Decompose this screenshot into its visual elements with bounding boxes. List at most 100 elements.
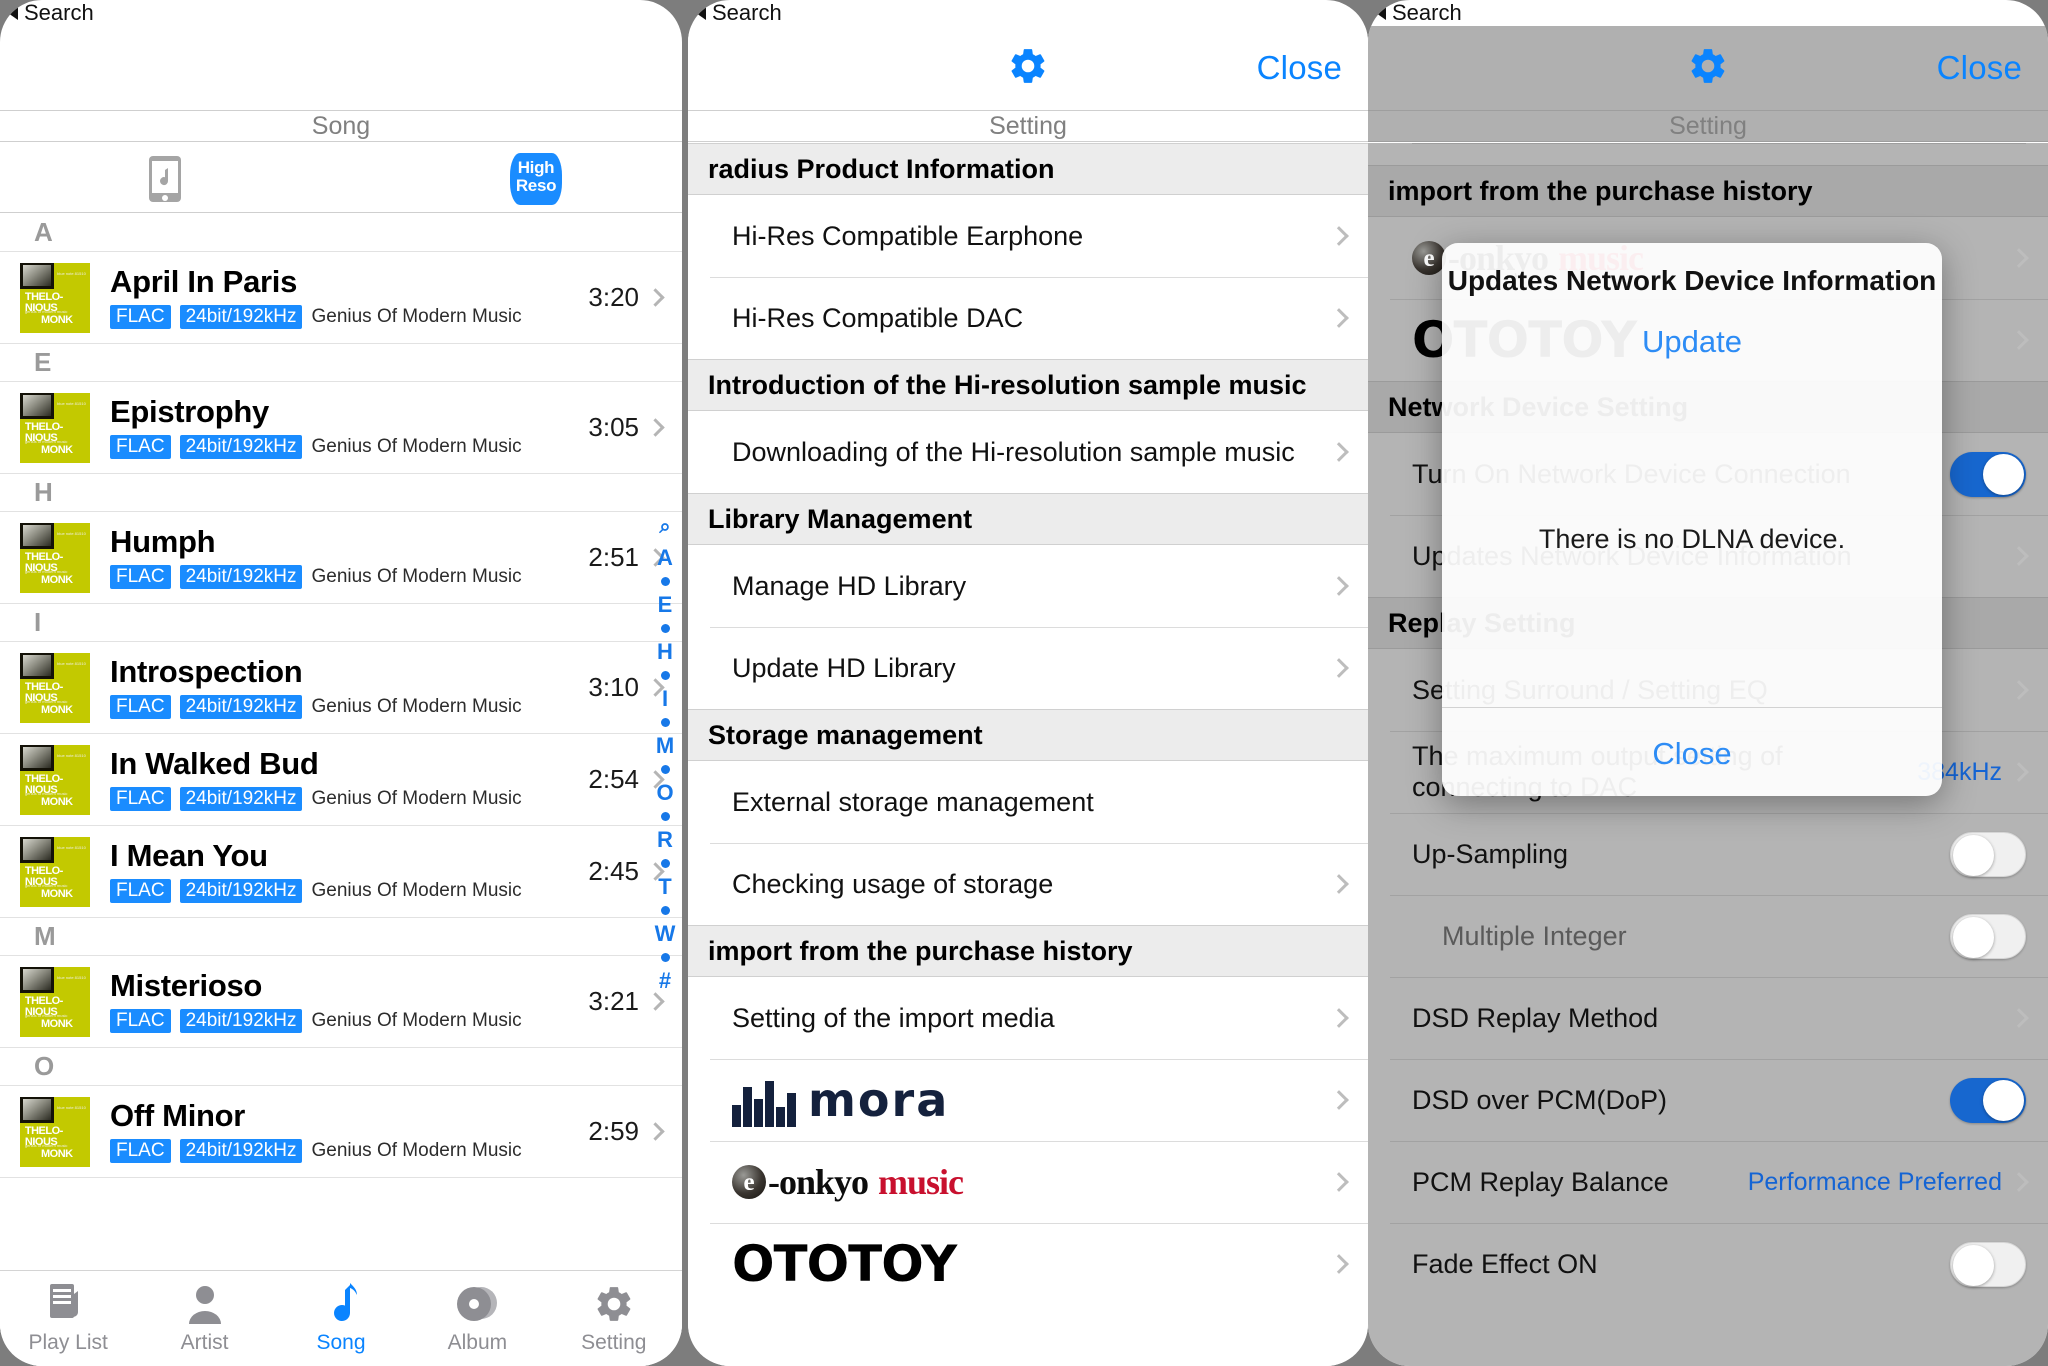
chevron-right-icon[interactable]: [1329, 576, 1349, 596]
dialog-close-button[interactable]: Close: [1442, 736, 1942, 772]
settings-row[interactable]: OTOTOY: [688, 1223, 1368, 1305]
library-source-row[interactable]: High Reso: [0, 143, 682, 213]
song-row[interactable]: THELO- NIOUS MONK genius of modern music blu…: [0, 642, 682, 734]
chevron-right-icon[interactable]: [1329, 1254, 1349, 1274]
chevron-right-icon[interactable]: [646, 1122, 665, 1141]
song-row[interactable]: THELO- NIOUS MONK genius of modern music blu…: [0, 382, 682, 474]
settings-row[interactable]: mora: [688, 1059, 1368, 1141]
settings-row[interactable]: Checking usage of storage: [688, 843, 1368, 925]
toggle-switch[interactable]: [1950, 1077, 2026, 1123]
index-dot[interactable]: [660, 671, 670, 680]
index-letter-H[interactable]: H: [657, 639, 673, 665]
song-row[interactable]: THELO- NIOUS MONK genius of modern music blu…: [0, 826, 682, 918]
alphabet-index-strip[interactable]: ⌕ A E H I M O R T W #: [652, 516, 678, 994]
chevron-right-icon[interactable]: [1329, 658, 1349, 678]
settings-row-label: Setting of the import media: [732, 1002, 1055, 1033]
index-dot[interactable]: [660, 859, 670, 868]
tab-play-list[interactable]: Play List: [0, 1279, 136, 1355]
gear-icon[interactable]: [1007, 45, 1049, 92]
chevron-right-icon[interactable]: [2009, 1008, 2029, 1028]
settings-row[interactable]: Downloading of the Hi-resolution sample …: [688, 411, 1368, 493]
index-letter-A[interactable]: A: [657, 545, 673, 571]
index-letter-I[interactable]: I: [662, 686, 668, 712]
settings-row[interactable]: Multiple Integer: [1368, 895, 2048, 977]
chevron-right-icon[interactable]: [646, 288, 665, 307]
chevron-right-icon[interactable]: [1329, 1008, 1349, 1028]
chevron-right-icon[interactable]: [646, 992, 665, 1011]
index-dot[interactable]: [660, 765, 670, 774]
index-dot[interactable]: [660, 577, 670, 586]
tab-artist[interactable]: Artist: [136, 1279, 272, 1355]
album-name: Genius Of Modern Music: [311, 788, 522, 810]
toggle-switch[interactable]: [1950, 1241, 2026, 1287]
settings-row[interactable]: Up-Sampling: [1368, 813, 2048, 895]
mora-logo: mora: [732, 1073, 1332, 1127]
settings-row[interactable]: Manage HD Library: [688, 545, 1368, 627]
settings-row[interactable]: Setting of the import media: [688, 977, 1368, 1059]
tab-setting[interactable]: Setting: [546, 1279, 682, 1355]
index-dot[interactable]: [660, 953, 670, 962]
song-meta: I Mean You FLAC 24bit/192kHz Genius Of Mode…: [110, 839, 588, 904]
back-to-search-button-mid[interactable]: Search: [688, 0, 1368, 26]
song-row[interactable]: THELO- NIOUS MONK genius of modern music blu…: [0, 956, 682, 1048]
chevron-right-icon[interactable]: [1329, 226, 1349, 246]
section-header: I: [0, 604, 682, 642]
song-row[interactable]: THELO- NIOUS MONK genius of modern music blu…: [0, 1086, 682, 1178]
toggle-switch[interactable]: [1950, 451, 2026, 497]
chevron-right-icon[interactable]: [2009, 762, 2029, 782]
toggle-switch[interactable]: [1950, 913, 2026, 959]
back-to-search-button[interactable]: Search: [0, 0, 682, 26]
toggle-switch[interactable]: [1950, 831, 2026, 877]
song-row[interactable]: THELO- NIOUS MONK genius of modern music blu…: [0, 252, 682, 344]
bottom-tab-bar[interactable]: Play List Artist Song Album Setting: [0, 1270, 682, 1366]
chevron-right-icon[interactable]: [1329, 442, 1349, 462]
settings-row-label: Manage HD Library: [732, 570, 967, 601]
chevron-right-icon[interactable]: [2009, 1172, 2029, 1192]
back-to-search-button-right[interactable]: Search: [1368, 0, 2048, 26]
song-subtitle: FLAC 24bit/192kHz Genius Of Modern Music: [110, 1139, 588, 1164]
song-row[interactable]: THELO- NIOUS MONK genius of modern music blu…: [0, 734, 682, 826]
dialog-update-button[interactable]: Update: [1642, 324, 1742, 360]
gear-icon[interactable]: [1687, 45, 1729, 92]
index-dot[interactable]: [660, 812, 670, 821]
index-letter-R[interactable]: R: [657, 827, 673, 853]
index-letter-E[interactable]: E: [658, 592, 673, 618]
chevron-right-icon[interactable]: [1329, 874, 1349, 894]
song-scroll-area[interactable]: A THELO- NIOUS MONK genius of modern music bl…: [0, 214, 682, 1366]
index-dot[interactable]: [660, 906, 670, 915]
close-button[interactable]: Close: [1257, 49, 1342, 87]
index-dot[interactable]: [660, 718, 670, 727]
close-button[interactable]: Close: [1937, 49, 2022, 87]
settings-row[interactable]: e-onkyomusic: [688, 1141, 1368, 1223]
song-subtitle: FLAC 24bit/192kHz Genius Of Modern Music: [110, 1009, 588, 1034]
settings-row[interactable]: External storage management: [688, 761, 1368, 843]
search-icon[interactable]: ⌕: [659, 516, 670, 539]
index-dot[interactable]: [660, 624, 670, 633]
settings-row[interactable]: DSD over PCM(DoP): [1368, 1059, 2048, 1141]
chevron-right-icon[interactable]: [2009, 680, 2029, 700]
chevron-right-icon[interactable]: [2009, 248, 2029, 268]
index-letter-M[interactable]: M: [656, 733, 674, 759]
chevron-right-icon[interactable]: [2009, 330, 2029, 350]
chevron-right-icon[interactable]: [1329, 1090, 1349, 1110]
settings-row-label: External storage management: [732, 786, 1094, 817]
settings-scroll-area[interactable]: radius Product Information Hi-Res Compati…: [688, 143, 1368, 1366]
settings-row[interactable]: Hi-Res Compatible Earphone: [688, 195, 1368, 277]
chevron-right-icon[interactable]: [1329, 1172, 1349, 1192]
chevron-right-icon[interactable]: [646, 418, 665, 437]
index-letter-#[interactable]: #: [659, 968, 671, 994]
tab-song[interactable]: Song: [273, 1279, 409, 1355]
settings-row[interactable]: Fade Effect ON: [1368, 1223, 2048, 1305]
settings-row[interactable]: Hi-Res Compatible DAC: [688, 277, 1368, 359]
index-letter-O[interactable]: O: [656, 780, 673, 806]
settings-row[interactable]: DSD Replay Method: [1368, 977, 2048, 1059]
song-row[interactable]: THELO- NIOUS MONK genius of modern music blu…: [0, 512, 682, 604]
phone-music-icon[interactable]: [148, 155, 182, 208]
index-letter-T[interactable]: T: [658, 874, 671, 900]
tab-album[interactable]: Album: [409, 1279, 545, 1355]
chevron-right-icon[interactable]: [2009, 546, 2029, 566]
chevron-right-icon[interactable]: [1329, 308, 1349, 328]
settings-row[interactable]: PCM Replay Balance Performance Preferred: [1368, 1141, 2048, 1223]
index-letter-W[interactable]: W: [655, 921, 676, 947]
settings-row[interactable]: Update HD Library: [688, 627, 1368, 709]
